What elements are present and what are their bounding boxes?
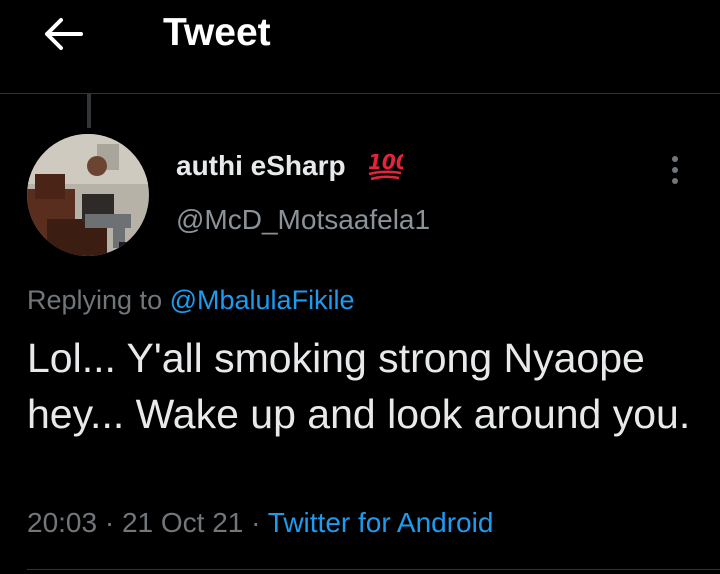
replying-to-line: Replying to @MbalulaFikile (27, 285, 355, 316)
author-handle[interactable]: @McD_Motsaafela1 (176, 204, 430, 236)
avatar[interactable] (27, 134, 149, 256)
page-title: Tweet (163, 11, 271, 54)
top-bar: Tweet (0, 0, 720, 94)
meta-separator: · (104, 507, 115, 538)
divider (27, 569, 720, 570)
tweet-date: 21 Oct 21 (121, 507, 244, 538)
replying-to-label: Replying to (27, 285, 163, 315)
svg-text:100: 100 (368, 150, 403, 174)
more-dot-icon (672, 178, 678, 184)
back-button[interactable] (40, 14, 86, 54)
thread-connector-line (87, 94, 91, 128)
more-dot-icon (672, 156, 678, 162)
author-display-name[interactable]: authi eSharp (176, 150, 346, 182)
tweet-time: 20:03 (27, 507, 98, 538)
hundred-points-emoji-icon: 100 (368, 150, 403, 181)
more-options-button[interactable] (660, 148, 690, 192)
tweet-metadata: 20:03 · 21 Oct 21 · Twitter for Android (27, 507, 493, 539)
replying-to-mention-link[interactable]: @MbalulaFikile (170, 285, 355, 315)
tweet-text: Lol... Y'all smoking strong Nyaope hey..… (27, 335, 691, 437)
avatar-photo (27, 134, 149, 256)
more-dot-icon (672, 167, 678, 173)
meta-separator: · (251, 507, 261, 538)
tweet-source-link[interactable]: Twitter for Android (268, 507, 494, 538)
arrow-left-icon (45, 18, 83, 50)
